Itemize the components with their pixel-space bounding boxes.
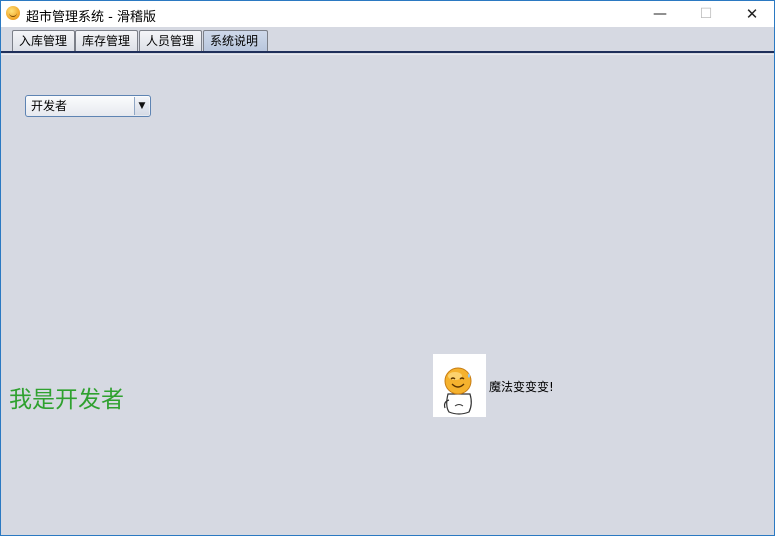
tab-inbound[interactable]: 入库管理: [12, 30, 75, 51]
maximize-button[interactable]: ☐: [683, 1, 729, 27]
title-bar: 超市管理系统 - 滑稽版 — ☐ ✕: [1, 1, 774, 27]
tab-divider-highlight: [1, 54, 774, 55]
funny-face-image: [433, 354, 486, 417]
role-message: 我是开发者: [9, 387, 124, 413]
role-select-value: 开发者: [31, 99, 68, 113]
funny-face-figure-icon: [443, 367, 472, 415]
image-caption: 魔法变变变!: [489, 380, 554, 394]
tab-personnel[interactable]: 人员管理: [139, 30, 202, 51]
tab-system-info[interactable]: 系统说明: [203, 30, 268, 51]
chevron-down-icon[interactable]: ▼: [134, 97, 149, 115]
smiley-app-icon: [6, 6, 20, 20]
tab-divider: [1, 51, 774, 53]
window-title: 超市管理系统 - 滑稽版: [26, 10, 156, 25]
tab-inventory[interactable]: 库存管理: [75, 30, 138, 51]
role-select[interactable]: 开发者 ▼: [25, 95, 151, 117]
close-button[interactable]: ✕: [729, 1, 775, 27]
app-window: 超市管理系统 - 滑稽版 — ☐ ✕ 入库管理 库存管理 人员管理 系统说明 开…: [0, 0, 775, 536]
minimize-button[interactable]: —: [637, 1, 683, 27]
